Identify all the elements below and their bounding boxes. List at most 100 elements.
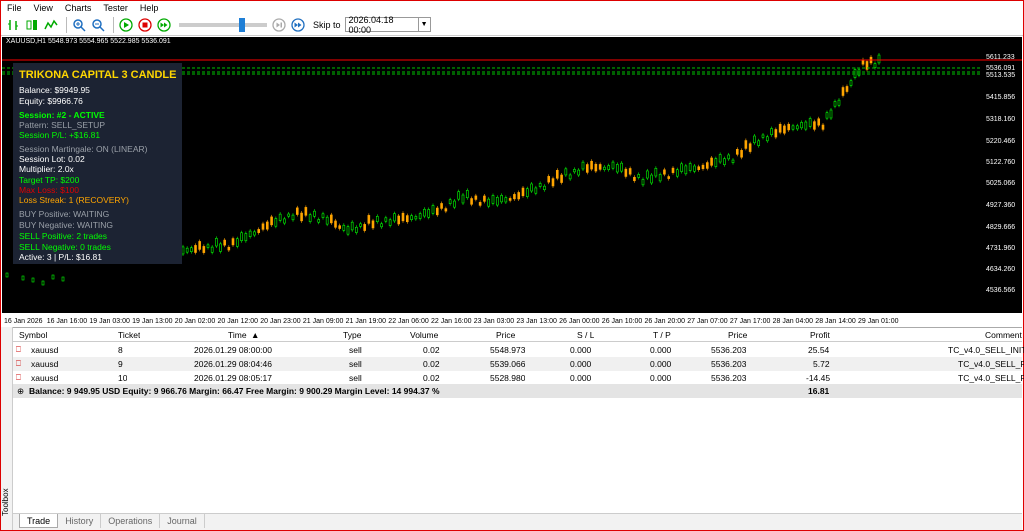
col-volume[interactable]: Volume: [410, 328, 438, 342]
skip-icon[interactable]: [290, 17, 306, 33]
cell-current-price: 5536.203: [711, 345, 747, 355]
candle-body: [474, 195, 478, 200]
candle-body: [817, 118, 821, 126]
table-row[interactable]: ⎕ xauusd 9 2026.01.29 08:04:46 sell 0.02…: [13, 357, 1024, 371]
candle-body: [308, 214, 312, 222]
ea-line: SELL Negative: 0 trades: [19, 242, 111, 252]
time-label: 26 Jan 10:00: [602, 318, 643, 325]
candle-body: [748, 143, 752, 152]
candle-body: [240, 232, 243, 242]
time-axis: 16 Jan 2026 16 Jan 16:00 19 Jan 03:00 19 Ja…: [2, 313, 1022, 326]
cell-volume: 0.02: [423, 345, 440, 355]
candle-body: [508, 198, 512, 201]
toolbar: Skip to 2026.04.18 00:00 ▼: [1, 14, 1023, 36]
candle-body: [783, 125, 786, 134]
ea-line: Equity: $9966.76: [19, 96, 83, 106]
sort-asc-icon[interactable]: ▲: [251, 328, 259, 342]
candle-body: [198, 241, 201, 250]
cell-tp: 0.000: [650, 345, 672, 355]
candle-body: [845, 86, 849, 92]
chevron-down-icon[interactable]: ▼: [417, 18, 430, 31]
table-row[interactable]: ⎕ xauusd 10 2026.01.29 08:05:17 sell 0.0…: [13, 371, 1024, 385]
skip-date-field[interactable]: 2026.04.18 00:00 ▼: [344, 15, 431, 35]
col-profit[interactable]: Profit: [810, 328, 830, 342]
col-type[interactable]: Type: [343, 328, 361, 342]
ea-title: TRIKONA CAPITAL 3 CANDLE: [19, 69, 177, 81]
candle-body: [633, 176, 636, 182]
cell-tp: 0.000: [650, 373, 672, 383]
candle-body: [181, 246, 185, 255]
step-icon[interactable]: [271, 17, 287, 33]
menu-tester[interactable]: Tester: [103, 3, 128, 13]
price-level-label: 5536.091: [986, 65, 1015, 72]
menu-charts[interactable]: Charts: [65, 3, 92, 13]
candle-body: [410, 215, 413, 220]
line-chart-icon[interactable]: [43, 17, 59, 33]
candle-body: [248, 230, 252, 237]
candle-body: [841, 87, 845, 96]
speed-slider[interactable]: [179, 17, 267, 32]
menu-view[interactable]: View: [34, 3, 53, 13]
col-tp[interactable]: T / P: [653, 328, 671, 342]
candle-body: [731, 159, 735, 163]
candle-body: [41, 280, 45, 286]
price-level-label: 4634.260: [986, 266, 1015, 273]
zoom-out-icon[interactable]: [90, 17, 106, 33]
menu-file[interactable]: File: [7, 3, 22, 13]
time-label: 16 Jan 2026: [4, 318, 43, 325]
col-ticket[interactable]: Ticket: [118, 328, 140, 342]
tab-history[interactable]: History: [58, 514, 102, 528]
trade-panel: Symbol Ticket Time ▲ Type Volume Price S…: [13, 327, 1024, 513]
expand-icon[interactable]: ⊕: [17, 384, 24, 398]
candle-body: [684, 165, 688, 175]
candle-body: [590, 160, 593, 170]
cell-comment: TC_v4.0_SELL_INITIAL: [948, 345, 1024, 355]
table-row[interactable]: ⎕ xauusd 8 2026.01.29 08:00:00 sell 0.02…: [13, 343, 1024, 357]
candle-body: [261, 223, 265, 230]
col-time[interactable]: Time: [228, 328, 247, 342]
candle-body: [355, 226, 358, 233]
stop-icon[interactable]: [137, 17, 153, 33]
col-symbol[interactable]: Symbol: [19, 328, 47, 342]
candle-body: [227, 246, 231, 251]
candle-body: [401, 212, 405, 222]
menu-help[interactable]: Help: [140, 3, 159, 13]
toolbox-strip[interactable]: Toolbox: [1, 327, 13, 530]
candle-body: [330, 214, 333, 224]
candle-body: [829, 109, 833, 119]
candle-body: [680, 163, 683, 172]
tab-trade[interactable]: Trade: [19, 514, 59, 528]
candle-body: [705, 162, 709, 169]
col-sl[interactable]: S / L: [577, 328, 594, 342]
cell-profit: 25.54: [808, 345, 830, 355]
candle-body: [837, 99, 841, 106]
cell-price: 5528.980: [490, 373, 526, 383]
col-price[interactable]: Price: [496, 328, 515, 342]
candlestick-icon[interactable]: [24, 17, 40, 33]
fast-forward-icon[interactable]: [156, 17, 172, 33]
candle-body: [753, 135, 756, 144]
price-level-label: 5415.856: [986, 94, 1015, 101]
play-icon[interactable]: [118, 17, 134, 33]
col-comment[interactable]: Comment: [985, 328, 1022, 342]
ea-line: Active: 3 | P/L: $16.81: [19, 252, 103, 262]
cell-tp: 0.000: [650, 359, 672, 369]
bar-chart-icon[interactable]: [5, 17, 21, 33]
time-label: 26 Jan 20:00: [645, 318, 686, 325]
candle-body: [397, 215, 401, 225]
candle-body: [300, 212, 303, 222]
ea-line: Max Loss: $100: [19, 185, 80, 195]
speed-slider-thumb[interactable]: [239, 17, 245, 32]
candle-body: [291, 214, 295, 221]
tab-operations[interactable]: Operations: [101, 514, 161, 528]
zoom-in-icon[interactable]: [71, 17, 87, 33]
candle-body: [555, 169, 559, 179]
col-current-price[interactable]: Price: [728, 328, 747, 342]
candle-body: [405, 215, 409, 223]
cell-profit: 5.72: [813, 359, 830, 369]
candle-body: [770, 128, 773, 136]
sell-order-icon: ⎕: [16, 345, 21, 354]
cell-time: 2026.01.29 08:04:46: [194, 359, 272, 369]
tab-journal[interactable]: Journal: [160, 514, 205, 528]
candle-body: [849, 80, 853, 86]
